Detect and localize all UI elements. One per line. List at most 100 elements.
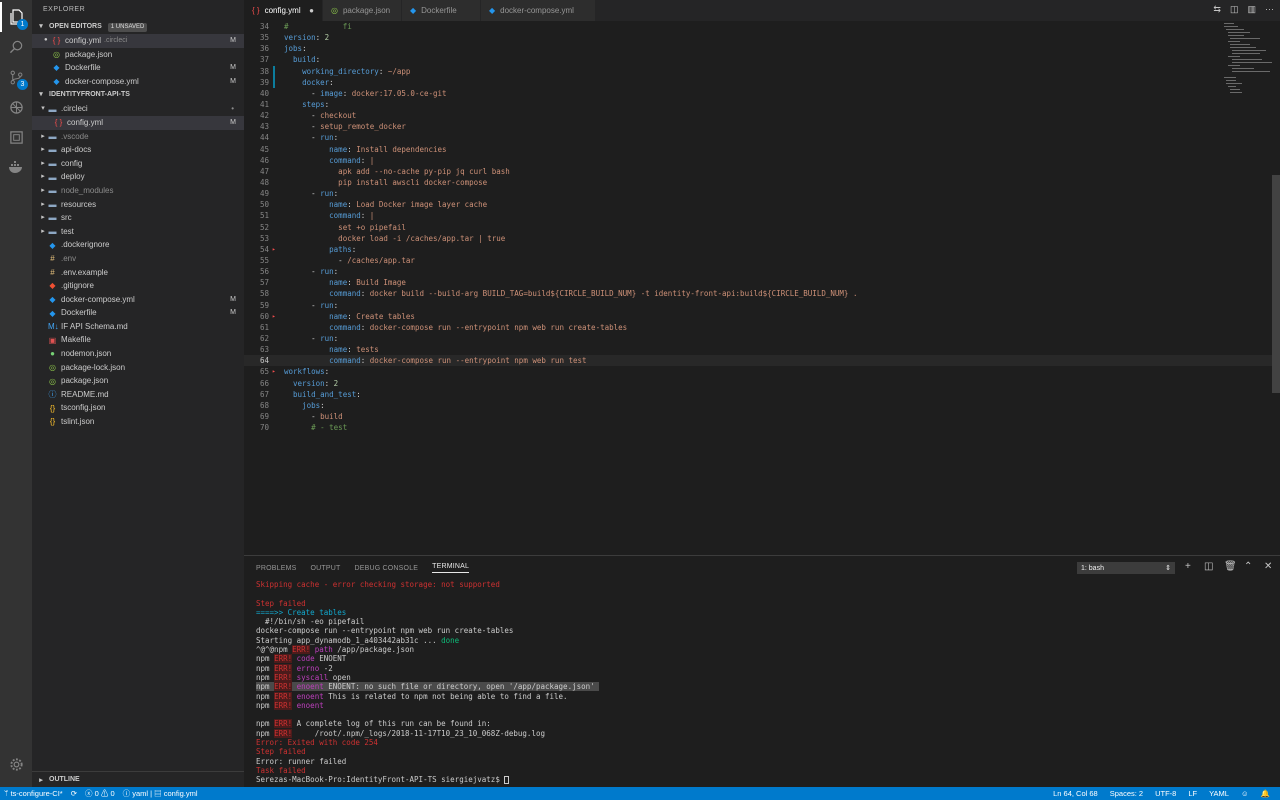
eol[interactable]: LF: [1188, 789, 1197, 798]
indentation[interactable]: Spaces: 2: [1110, 789, 1143, 798]
close-icon[interactable]: ✕: [1264, 561, 1272, 572]
code-line[interactable]: 45 name: Install dependencies: [244, 144, 1280, 155]
branch-item[interactable]: ᛘ ts-configure-CI*: [4, 789, 63, 798]
folder-item[interactable]: ▸ ▬ config: [32, 157, 244, 171]
open-editor-item[interactable]: ◆ docker-compose.yml M: [32, 75, 244, 89]
folder-item[interactable]: ▸ ▬ deploy: [32, 170, 244, 184]
file-item[interactable]: # .env.example: [32, 266, 244, 280]
code-line[interactable]: 43 - setup_remote_docker: [244, 121, 1280, 132]
terminal-select[interactable]: 1: bash ⇕: [1077, 562, 1175, 574]
file-item[interactable]: ● nodemon.json: [32, 347, 244, 361]
open-editor-item[interactable]: ● { } config.yml .circleci M: [32, 34, 244, 48]
code-line[interactable]: 60 ▸ name: Create tables: [244, 311, 1280, 322]
code-line[interactable]: 69 - build: [244, 411, 1280, 422]
source-control-icon[interactable]: 3: [0, 62, 32, 92]
code-line[interactable]: 44 - run:: [244, 132, 1280, 143]
code-line[interactable]: 40 - image: docker:17.05.0-ce-git: [244, 88, 1280, 99]
folder-item[interactable]: ▸ ▬ .vscode: [32, 130, 244, 144]
file-item[interactable]: ◆ .gitignore: [32, 279, 244, 293]
file-item[interactable]: ◆ docker-compose.yml M: [32, 293, 244, 307]
tab-package-json[interactable]: ◎ package.json: [323, 0, 402, 21]
code-line[interactable]: 58 command: docker build --build-arg BUI…: [244, 288, 1280, 299]
problems-item[interactable]: ⓧ 0 ⚠ 0: [85, 788, 115, 799]
smiley-icon[interactable]: ☺: [1241, 789, 1249, 798]
code-line[interactable]: 68 jobs:: [244, 400, 1280, 411]
folder-item[interactable]: ▸ ▬ node_modules: [32, 184, 244, 198]
file-item[interactable]: ⓘ README.md: [32, 388, 244, 402]
code-line[interactable]: 48 pip install awscli docker-compose: [244, 177, 1280, 188]
split-terminal-icon[interactable]: ◫: [1204, 561, 1213, 572]
code-line[interactable]: 64 command: docker-compose run --entrypo…: [244, 355, 1280, 367]
open-changes-icon[interactable]: ⇆: [1213, 4, 1221, 15]
panel-tab-terminal[interactable]: TERMINAL: [432, 563, 470, 573]
extensions-icon[interactable]: [0, 122, 32, 152]
cursor-position[interactable]: Ln 64, Col 68: [1053, 789, 1098, 798]
open-editor-item[interactable]: ◆ Dockerfile M: [32, 61, 244, 75]
code-line[interactable]: 66 version: 2: [244, 378, 1280, 389]
code-line[interactable]: 54 ▸ paths:: [244, 244, 1280, 255]
code-line[interactable]: 59 - run:: [244, 300, 1280, 311]
code-line[interactable]: 55 - /caches/app.tar: [244, 255, 1280, 266]
tab-dockerfile[interactable]: ◆ Dockerfile: [402, 0, 481, 21]
encoding[interactable]: UTF-8: [1155, 789, 1176, 798]
code-line[interactable]: 70 # - test: [244, 422, 1280, 433]
code-line[interactable]: 47 apk add --no-cache py-pip jq curl bas…: [244, 166, 1280, 177]
open-editors-header[interactable]: ▾ OPEN EDITORS 1 UNSAVED: [32, 20, 244, 34]
folder-item[interactable]: ▸ ▬ api-docs: [32, 143, 244, 157]
dirty-dot-icon[interactable]: ●: [309, 6, 314, 15]
preview-icon[interactable]: ◫: [1230, 4, 1239, 15]
dirty-dot-icon[interactable]: ●: [44, 34, 48, 48]
code-line[interactable]: 38 working_directory: ~/app: [244, 65, 1280, 77]
code-line[interactable]: 34 # fi: [244, 21, 1280, 32]
outline-header[interactable]: ▸ OUTLINE: [32, 771, 244, 787]
code-line[interactable]: 46 command: |: [244, 155, 1280, 166]
code-line[interactable]: 50 name: Load Docker image layer cache: [244, 199, 1280, 210]
code-line[interactable]: 52 set +o pipefail: [244, 222, 1280, 233]
tab-config-yml[interactable]: { } config.yml ●: [244, 0, 323, 21]
open-editor-item[interactable]: ◎ package.json: [32, 48, 244, 62]
docker-icon[interactable]: [0, 152, 32, 182]
code-line[interactable]: 56 - run:: [244, 266, 1280, 277]
editor-scrollbar[interactable]: [1272, 175, 1280, 393]
gear-icon[interactable]: [0, 749, 32, 779]
code-line[interactable]: 63 name: tests: [244, 344, 1280, 355]
code-line[interactable]: 51 command: |: [244, 210, 1280, 221]
folder-item[interactable]: ▾ ▬ .circleci •: [32, 102, 244, 116]
file-item[interactable]: ▣ Makefile: [32, 333, 244, 347]
debug-icon[interactable]: [0, 92, 32, 122]
minimap[interactable]: [1222, 21, 1272, 111]
code-line[interactable]: 61 command: docker-compose run --entrypo…: [244, 322, 1280, 333]
chevron-up-icon[interactable]: ⌃: [1244, 561, 1252, 572]
file-item[interactable]: ◆ Dockerfile M: [32, 306, 244, 320]
sync-icon[interactable]: ⟳: [71, 789, 77, 798]
code-line[interactable]: 37 build:: [244, 54, 1280, 65]
panel-tab-problems[interactable]: PROBLEMS: [256, 565, 297, 572]
file-item[interactable]: # .env: [32, 252, 244, 266]
file-item[interactable]: ◆ .dockerignore: [32, 238, 244, 252]
file-item[interactable]: {} tslint.json: [32, 415, 244, 429]
folder-item[interactable]: ▸ ▬ resources: [32, 198, 244, 212]
panel-tab-output[interactable]: OUTPUT: [311, 565, 341, 572]
search-icon[interactable]: [0, 32, 32, 62]
file-item[interactable]: ◎ package-lock.json: [32, 361, 244, 375]
tab-docker-compose-yml[interactable]: ◆ docker-compose.yml: [481, 0, 596, 21]
file-item[interactable]: ◎ package.json: [32, 374, 244, 388]
code-line[interactable]: 39 docker:: [244, 76, 1280, 88]
file-item[interactable]: M↓ IF API Schema.md: [32, 320, 244, 334]
code-line[interactable]: 67 build_and_test:: [244, 389, 1280, 400]
code-line[interactable]: 65 ▸ workflows:: [244, 366, 1280, 377]
code-line[interactable]: 53 docker load -i /caches/app.tar | true: [244, 233, 1280, 244]
file-item[interactable]: { } config.yml M: [32, 115, 244, 130]
terminal-output[interactable]: Skipping cache - error checking storage:…: [256, 580, 600, 785]
code-line[interactable]: 36 jobs:: [244, 43, 1280, 54]
folder-item[interactable]: ▸ ▬ src: [32, 211, 244, 225]
folder-item[interactable]: ▸ ▬ test: [32, 225, 244, 239]
panel-tab-debug-console[interactable]: DEBUG CONSOLE: [354, 565, 418, 572]
bell-icon[interactable]: 🔔: [1261, 789, 1270, 798]
code-line[interactable]: 41 steps:: [244, 99, 1280, 110]
more-actions-icon[interactable]: ···: [1265, 4, 1274, 15]
language-mode[interactable]: YAML: [1209, 789, 1229, 798]
project-header[interactable]: ▾ IDENTITYFRONT-API-TS: [32, 88, 244, 102]
explorer-icon[interactable]: 1: [0, 2, 32, 32]
new-terminal-icon[interactable]: +: [1185, 561, 1191, 572]
